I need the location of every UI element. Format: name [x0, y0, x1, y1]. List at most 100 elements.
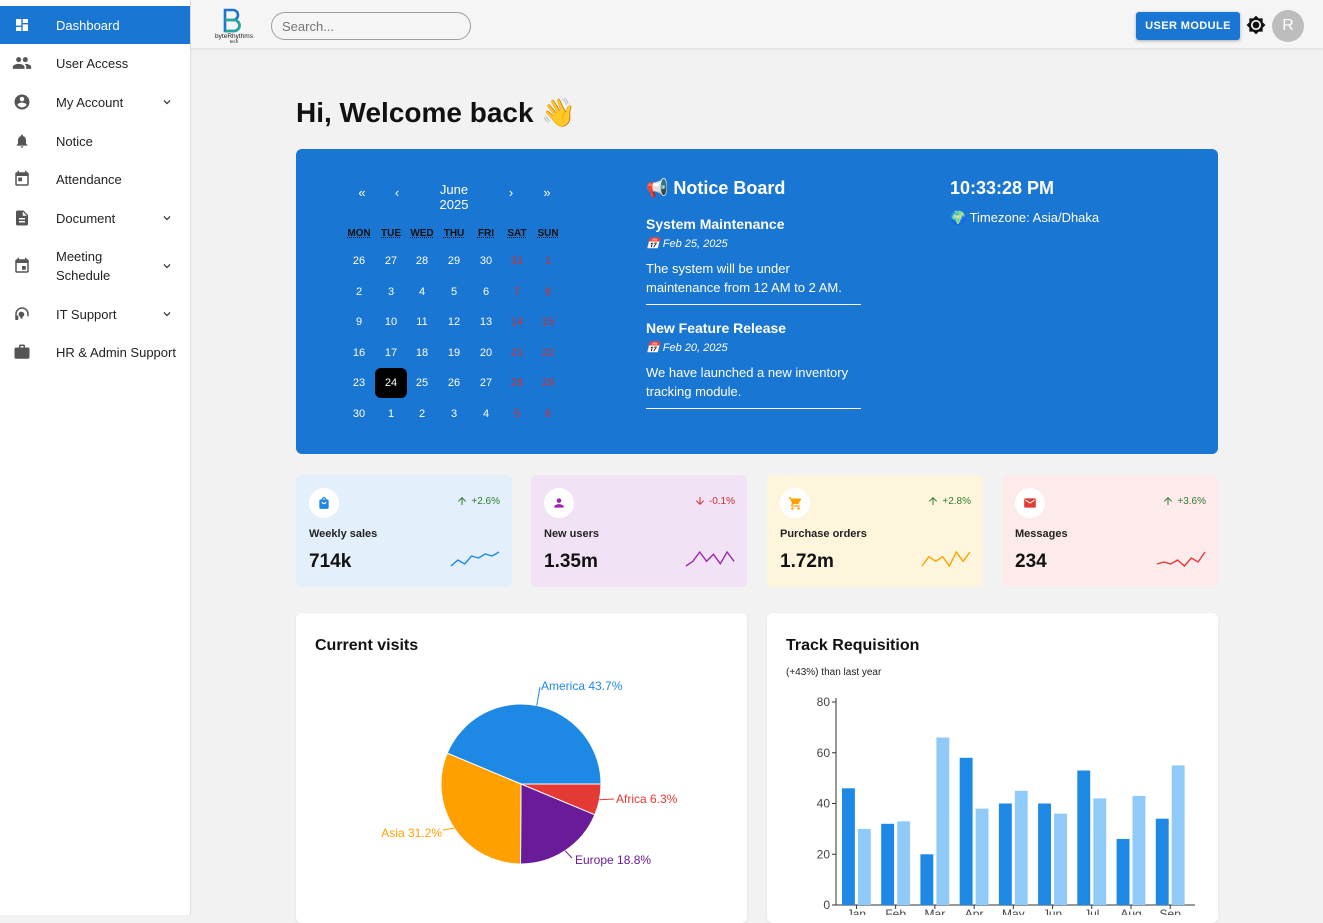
calendar-day[interactable]: 15	[532, 307, 564, 337]
calendar-weekday: SUN	[537, 228, 559, 239]
calendar-day[interactable]: 9	[343, 307, 375, 337]
calendar-day[interactable]: 8	[532, 277, 564, 307]
chevron-down-icon[interactable]	[160, 259, 174, 273]
stat-card-purchase-orders[interactable]: +2.8% Purchase orders 1.72m	[767, 475, 983, 587]
calendar-day[interactable]: 28	[406, 246, 438, 276]
calendar-day[interactable]: 1	[375, 399, 407, 429]
calendar-day[interactable]: 10	[375, 307, 407, 337]
sidebar-item-document[interactable]: Document	[0, 198, 190, 238]
hero-panel: « ‹ June 2025 › » MON TUE WED THU FRI SAT SUN …	[296, 149, 1218, 454]
calendar-year: 2025	[439, 197, 469, 212]
sparkline-path	[450, 551, 500, 567]
calendar-day[interactable]: 16	[343, 338, 375, 368]
arrow-up-icon	[458, 497, 467, 505]
calendar-next-month-button[interactable]: ›	[501, 185, 521, 200]
current-visits-panel: Current visits America 43.7% Africa 6.3% E…	[296, 613, 747, 923]
bar-jul	[1077, 770, 1091, 905]
calendar-day[interactable]: 30	[343, 399, 375, 429]
sidebar-item-hr-admin-support[interactable]: HR & Admin Support	[0, 334, 190, 370]
calendar-day[interactable]: 17	[375, 338, 407, 368]
calendar-day[interactable]: 3	[375, 277, 407, 307]
stat-card-new-users[interactable]: -0.1% New users 1.35m	[531, 475, 747, 587]
calendar-day[interactable]: 6	[470, 277, 502, 307]
user-module-button[interactable]: USER MODULE	[1136, 12, 1240, 40]
stat-label: Purchase orders	[780, 528, 867, 540]
calendar-day[interactable]: 5	[438, 277, 470, 307]
calendar-day[interactable]: 5	[501, 399, 533, 429]
calendar-day[interactable]: 2	[406, 399, 438, 429]
calendar-day[interactable]: 4	[406, 277, 438, 307]
y-tick-label: 20	[817, 847, 831, 861]
notice-item[interactable]: New Feature Release 📅 Feb 20, 2025 We ha…	[646, 320, 861, 409]
sidebar-item-it-support[interactable]: IT Support	[0, 294, 190, 334]
stat-card-messages[interactable]: +3.6% Messages 234	[1002, 475, 1218, 587]
x-tick-label: Feb	[885, 907, 906, 915]
calendar-day[interactable]: 20	[470, 338, 502, 368]
calendar-day[interactable]: 26	[343, 246, 375, 276]
sidebar-item-notice[interactable]: Notice	[0, 122, 190, 160]
calendar-day[interactable]: 11	[406, 307, 438, 337]
calendar-day[interactable]: 3	[438, 399, 470, 429]
sidebar-item-dashboard[interactable]: Dashboard	[0, 6, 190, 44]
clock-timezone: 🌍 Timezone: Asia/Dhaka	[950, 210, 1100, 225]
calendar-day[interactable]: 31	[501, 246, 533, 276]
sidebar-item-user-access[interactable]: User Access	[0, 44, 190, 82]
sidebar-item-attendance[interactable]: Attendance	[0, 160, 190, 198]
calendar-day[interactable]: 12	[438, 307, 470, 337]
sidebar-item-meeting-schedule[interactable]: Meeting Schedule	[0, 238, 190, 294]
sidebar-item-label: Attendance	[56, 171, 122, 187]
y-tick-label: 80	[817, 695, 831, 709]
calendar-day[interactable]: 28	[501, 368, 533, 398]
calendar-prev-year-button[interactable]: «	[352, 185, 372, 200]
x-tick-label: Jan	[847, 907, 866, 915]
calendar-day[interactable]: 14	[501, 307, 533, 337]
chevron-down-icon[interactable]	[160, 307, 174, 321]
calendar-day[interactable]: 29	[438, 246, 470, 276]
calendar-day[interactable]: 26	[438, 368, 470, 398]
calendar-day[interactable]: 27	[375, 246, 407, 276]
x-tick-label: May	[1002, 907, 1025, 915]
calendar-day[interactable]: 21	[501, 338, 533, 368]
calendar-next-year-button[interactable]: »	[537, 185, 557, 200]
topbar: byteRhythms tech USER MODULE R	[191, 0, 1323, 49]
calendar-title[interactable]: June 2025	[426, 182, 482, 212]
calendar-day[interactable]: 25	[406, 368, 438, 398]
calendar-day[interactable]: 18	[406, 338, 438, 368]
bar-jun	[1054, 813, 1067, 905]
calendar-day[interactable]: 7	[501, 277, 533, 307]
calendar-day[interactable]: 24	[375, 368, 407, 398]
bar-jul	[1093, 798, 1107, 905]
calendar-day[interactable]: 1	[532, 246, 564, 276]
sparkline	[1156, 551, 1206, 567]
calendar-day[interactable]: 13	[470, 307, 502, 337]
stat-card-weekly-sales[interactable]: +2.6% Weekly sales 714k	[296, 475, 512, 587]
brightness-icon[interactable]	[1246, 15, 1266, 35]
calendar-day[interactable]: 19	[438, 338, 470, 368]
calendar-weekday: WED	[410, 228, 434, 239]
calendar-day[interactable]: 4	[470, 399, 502, 429]
logo[interactable]: byteRhythms tech	[213, 8, 255, 44]
calendar-day[interactable]: 2	[343, 277, 375, 307]
calendar-weekday: FRI	[477, 228, 495, 239]
bar-aug	[1132, 795, 1146, 905]
calendar-prev-month-button[interactable]: ‹	[387, 185, 407, 200]
x-tick-label: Jun	[1043, 907, 1062, 915]
calendar-day[interactable]: 22	[532, 338, 564, 368]
calendar-day[interactable]: 29	[532, 368, 564, 398]
chevron-down-icon[interactable]	[160, 211, 174, 225]
search-input[interactable]	[271, 12, 471, 40]
calendar-day[interactable]: 27	[470, 368, 502, 398]
sidebar-item-label: My Account	[56, 94, 124, 110]
stat-value: 714k	[309, 551, 352, 572]
avatar[interactable]: R	[1272, 10, 1304, 42]
calendar-day[interactable]: 6	[532, 399, 564, 429]
calendar-day[interactable]: 23	[343, 368, 375, 398]
trend-badge: -0.1%	[694, 495, 735, 507]
calendar-day[interactable]: 30	[470, 246, 502, 276]
notice-item[interactable]: System Maintenance 📅 Feb 25, 2025 The sy…	[646, 216, 861, 305]
sidebar-item-my-account[interactable]: My Account	[0, 82, 190, 122]
chevron-down-icon[interactable]	[160, 95, 174, 109]
bar-apr	[959, 757, 973, 905]
account-circle-icon	[12, 92, 32, 112]
notice-body: The system will be under maintenance fro…	[646, 261, 842, 295]
